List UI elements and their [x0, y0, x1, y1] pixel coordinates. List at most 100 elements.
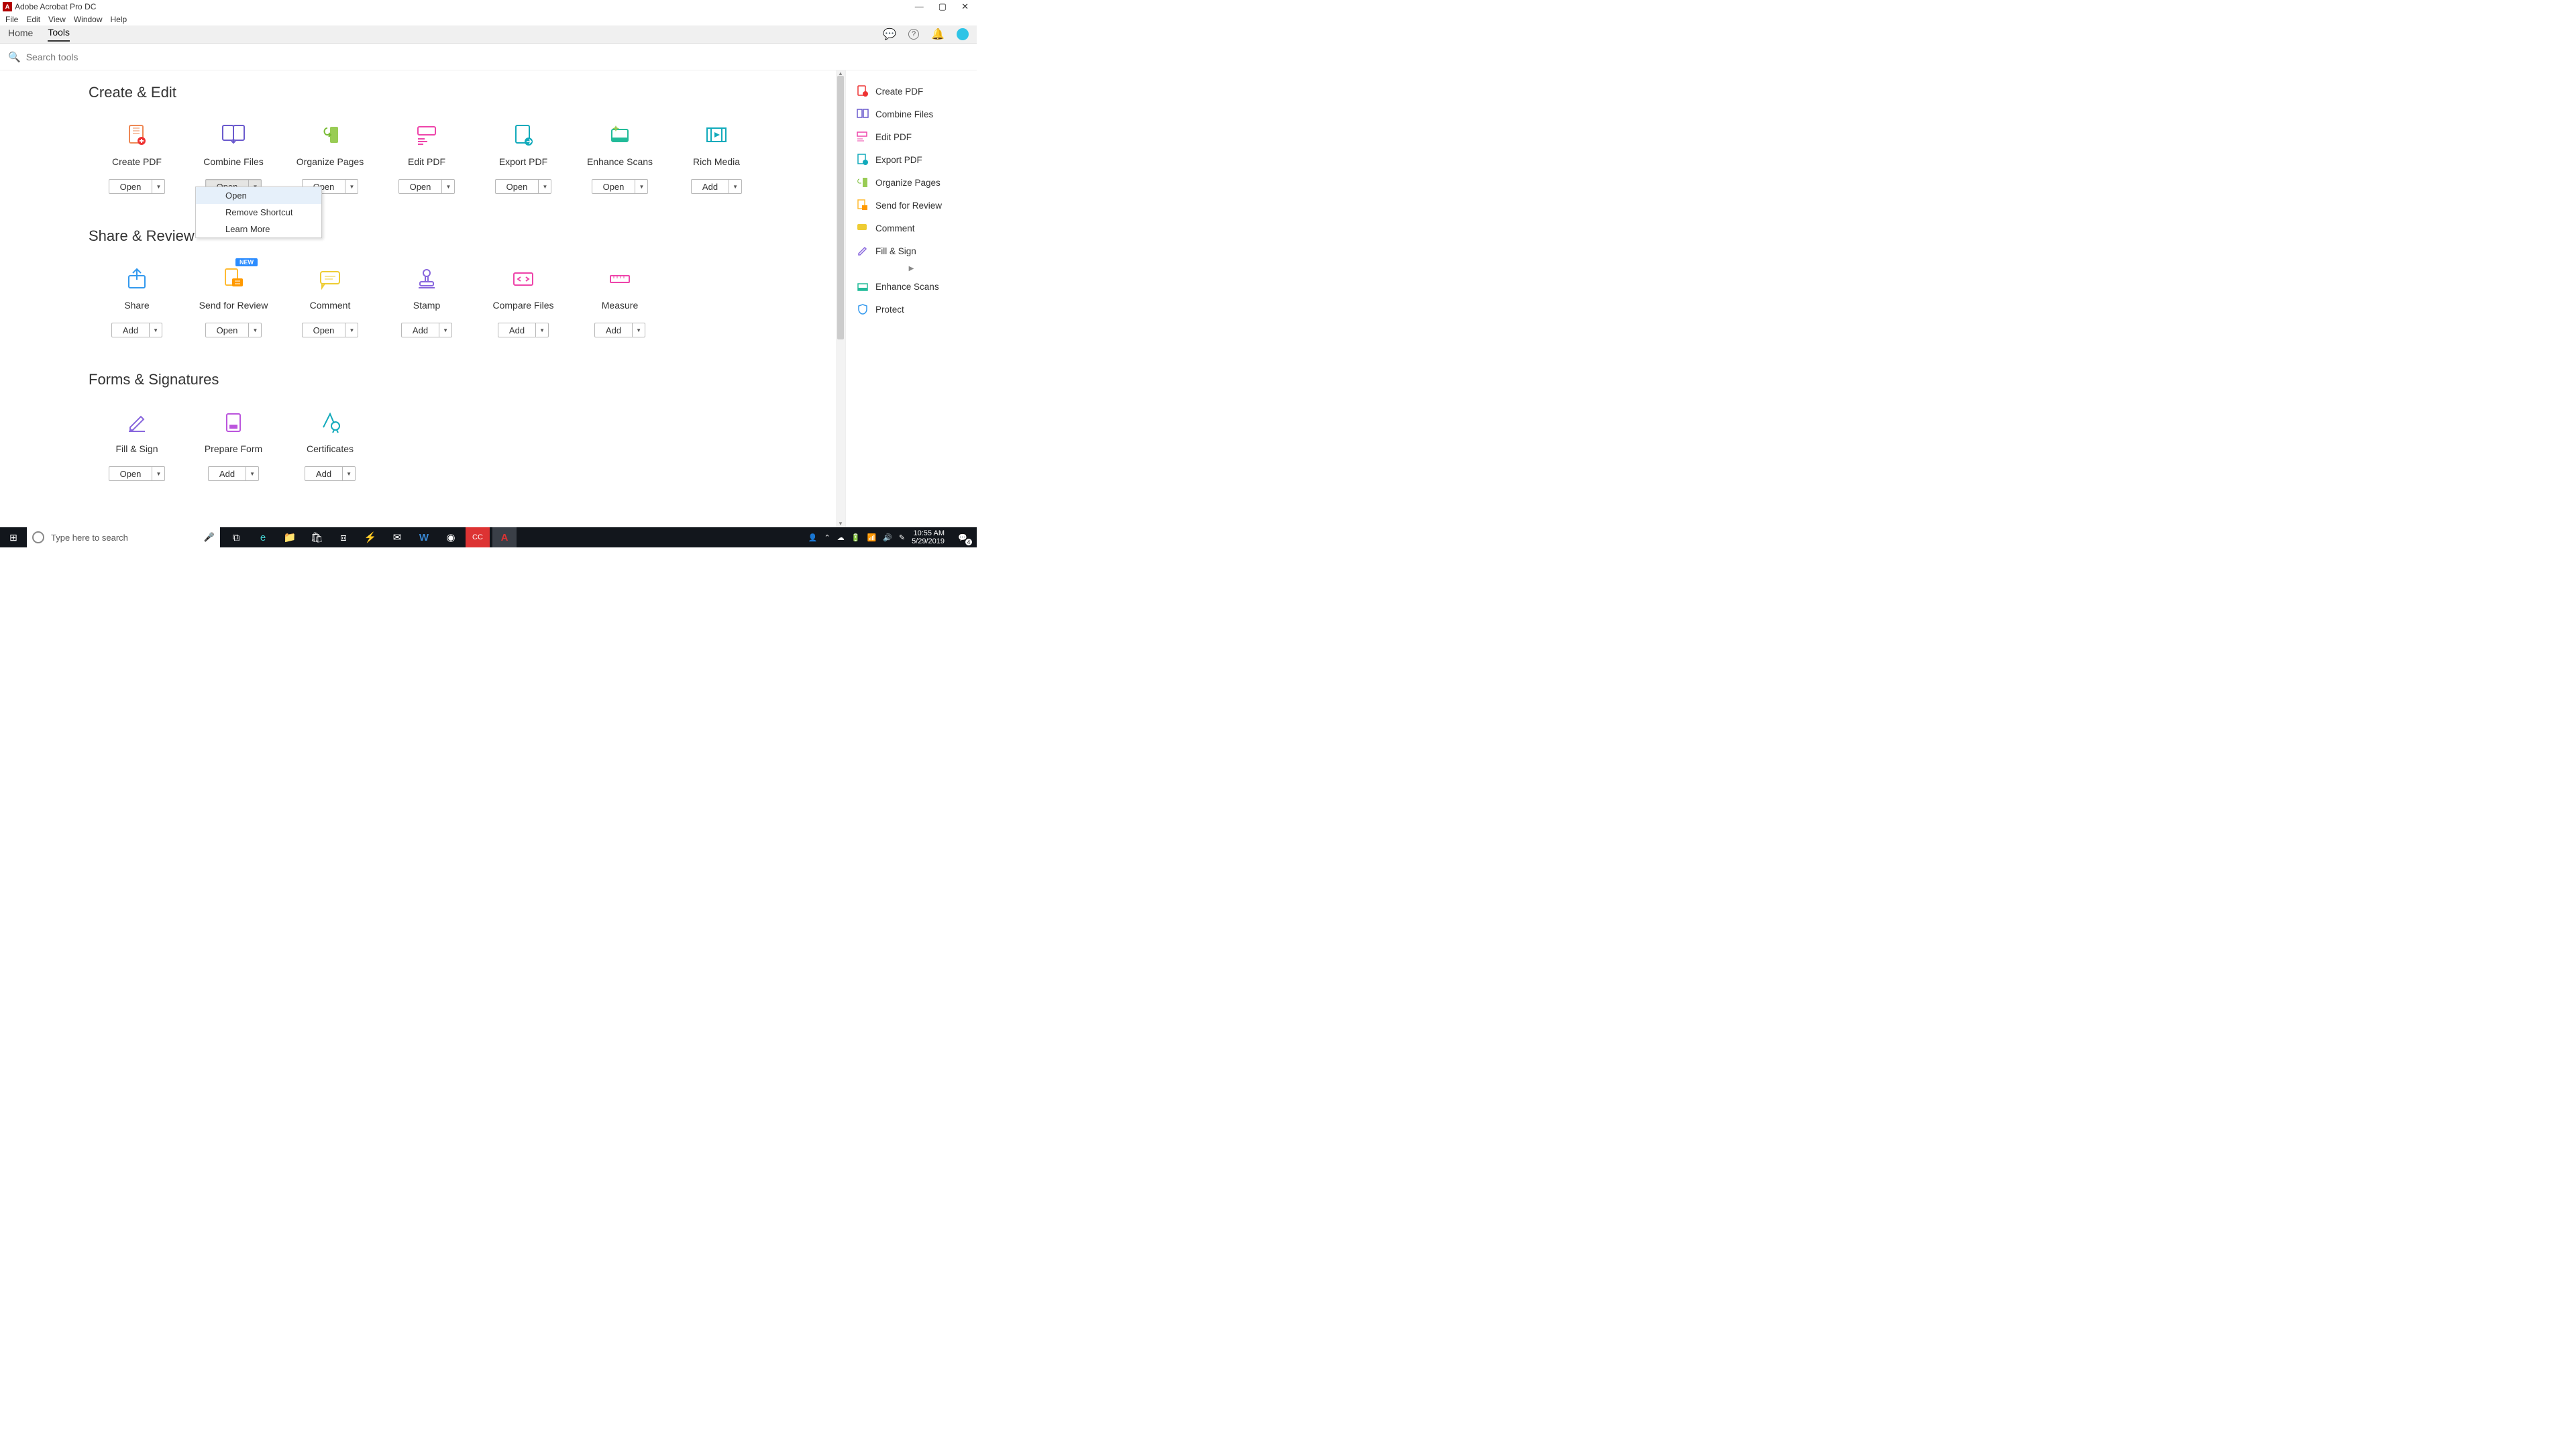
dropdown-item-open[interactable]: Open	[196, 187, 321, 204]
tool-combine-files[interactable]: Combine Files Open▼	[185, 121, 282, 194]
tool-open-button[interactable]: Open▼	[302, 323, 359, 337]
tool-send-for-review[interactable]: NEW Send for Review Open▼	[185, 265, 282, 337]
tool-open-button[interactable]: Open▼	[495, 179, 552, 194]
chevron-down-icon[interactable]: ▼	[345, 323, 358, 337]
tool-certificates[interactable]: Certificates Add▼	[282, 409, 378, 481]
menu-view[interactable]: View	[48, 15, 66, 24]
tool-compare-files[interactable]: Compare Files Add▼	[475, 265, 572, 337]
tool-add-button[interactable]: Add▼	[401, 323, 452, 337]
minimize-button[interactable]: —	[915, 1, 924, 12]
rp-fill-sign[interactable]: Fill & Sign	[846, 239, 977, 262]
rp-send-for-review[interactable]: Send for Review	[846, 194, 977, 217]
tool-comment[interactable]: Comment Open▼	[282, 265, 378, 337]
menu-window[interactable]: Window	[74, 15, 103, 24]
dropbox-icon[interactable]: ⧈	[331, 527, 356, 547]
tool-organize-pages[interactable]: Organize Pages Open▼	[282, 121, 378, 194]
menu-file[interactable]: File	[5, 15, 18, 24]
tool-enhance-scans[interactable]: Enhance Scans Open▼	[572, 121, 668, 194]
chevron-down-icon[interactable]: ▼	[439, 323, 451, 337]
acrobat-taskbar-icon[interactable]: A	[492, 527, 517, 547]
creative-cloud-icon[interactable]: CC	[466, 527, 490, 547]
menu-help[interactable]: Help	[111, 15, 127, 24]
rp-comment[interactable]: Comment	[846, 217, 977, 239]
volume-icon[interactable]: 🔊	[883, 533, 892, 542]
tool-create-pdf[interactable]: Create PDF Open▼	[89, 121, 185, 194]
chevron-down-icon[interactable]: ▼	[536, 323, 548, 337]
scroll-thumb[interactable]	[837, 76, 844, 339]
rp-organize-pages[interactable]: Organize Pages	[846, 171, 977, 194]
mail-icon[interactable]: ✉	[385, 527, 409, 547]
tab-home[interactable]: Home	[8, 28, 33, 41]
rp-combine-files[interactable]: Combine Files	[846, 103, 977, 125]
chevron-down-icon[interactable]: ▼	[152, 180, 164, 193]
tool-measure[interactable]: Measure Add▼	[572, 265, 668, 337]
taskbar-search[interactable]: Type here to search 🎤	[27, 527, 220, 547]
file-explorer-icon[interactable]: 📁	[278, 527, 302, 547]
wifi-icon[interactable]: 📶	[867, 533, 876, 542]
taskbar-clock[interactable]: 10:55 AM 5/29/2019	[912, 529, 945, 545]
chevron-down-icon[interactable]: ▼	[442, 180, 454, 193]
dropdown-item-remove-shortcut[interactable]: Remove Shortcut	[196, 204, 321, 221]
tool-add-button[interactable]: Add▼	[691, 179, 742, 194]
tool-open-button[interactable]: Open▼	[592, 179, 649, 194]
tool-open-button[interactable]: Open▼	[398, 179, 455, 194]
close-button[interactable]: ✕	[961, 1, 969, 12]
tool-prepare-form[interactable]: Prepare Form Add▼	[185, 409, 282, 481]
battery-icon[interactable]: 🔋	[851, 533, 861, 542]
action-center-icon[interactable]: 💬4	[951, 527, 974, 547]
chevron-down-icon[interactable]: ▼	[633, 323, 645, 337]
tool-open-button[interactable]: Open▼	[109, 179, 166, 194]
content-scrollbar[interactable]: ▲ ▼	[836, 70, 845, 527]
tool-share[interactable]: Share Add▼	[89, 265, 185, 337]
chevron-down-icon[interactable]: ▼	[635, 180, 647, 193]
tool-stamp[interactable]: Stamp Add▼	[378, 265, 475, 337]
rp-export-pdf[interactable]: Export PDF	[846, 148, 977, 171]
help-icon[interactable]: ?	[908, 29, 919, 40]
tool-open-button[interactable]: Open▼	[109, 466, 166, 481]
chat-icon[interactable]: 💬	[883, 28, 896, 41]
tool-open-button[interactable]: Open▼	[205, 323, 262, 337]
user-avatar[interactable]	[957, 28, 969, 40]
tool-add-button[interactable]: Add▼	[305, 466, 356, 481]
tool-fill-sign[interactable]: Fill & Sign Open▼	[89, 409, 185, 481]
maximize-button[interactable]: ▢	[938, 1, 947, 12]
chevron-down-icon[interactable]: ▼	[150, 323, 162, 337]
tab-tools[interactable]: Tools	[48, 27, 70, 42]
tool-add-button[interactable]: Add▼	[208, 466, 259, 481]
people-icon[interactable]: 👤	[808, 533, 818, 542]
edge-icon[interactable]: e	[251, 527, 275, 547]
input-icon[interactable]: ✎	[899, 533, 905, 542]
tool-add-button[interactable]: Add▼	[594, 323, 645, 337]
panel-expand-arrow[interactable]: ▶	[846, 262, 977, 275]
dropdown-item-learn-more[interactable]: Learn More	[196, 221, 321, 237]
menu-edit[interactable]: Edit	[26, 15, 40, 24]
start-button[interactable]: ⊞	[0, 532, 27, 543]
word-icon[interactable]: W	[412, 527, 436, 547]
rp-enhance-scans[interactable]: Enhance Scans	[846, 275, 977, 298]
tool-add-button[interactable]: Add▼	[111, 323, 162, 337]
tool-export-pdf[interactable]: Export PDF Open▼	[475, 121, 572, 194]
tray-expand-icon[interactable]: ⌃	[824, 533, 830, 542]
chevron-down-icon[interactable]: ▼	[729, 180, 741, 193]
onedrive-icon[interactable]: ☁	[837, 533, 845, 542]
bell-icon[interactable]: 🔔	[931, 28, 945, 41]
chevron-down-icon[interactable]: ▼	[152, 467, 164, 480]
tool-edit-pdf[interactable]: Edit PDF Open▼	[378, 121, 475, 194]
tool-rich-media[interactable]: Rich Media Add▼	[668, 121, 765, 194]
task-view-icon[interactable]: ⧉	[224, 527, 248, 547]
tool-add-button[interactable]: Add▼	[498, 323, 549, 337]
rp-edit-pdf[interactable]: Edit PDF	[846, 125, 977, 148]
mic-icon[interactable]: 🎤	[204, 532, 215, 543]
app-icon-1[interactable]: ⚡	[358, 527, 382, 547]
rp-protect[interactable]: Protect	[846, 298, 977, 321]
chevron-down-icon[interactable]: ▼	[246, 467, 258, 480]
chevron-down-icon[interactable]: ▼	[539, 180, 551, 193]
rp-create-pdf[interactable]: Create PDF	[846, 80, 977, 103]
chrome-icon[interactable]: ◉	[439, 527, 463, 547]
scroll-down-arrow[interactable]: ▼	[836, 521, 845, 527]
search-input[interactable]	[26, 52, 227, 62]
chevron-down-icon[interactable]: ▼	[343, 467, 355, 480]
store-icon[interactable]: 🛍	[305, 527, 329, 547]
chevron-down-icon[interactable]: ▼	[249, 323, 261, 337]
chevron-down-icon[interactable]: ▼	[345, 180, 358, 193]
